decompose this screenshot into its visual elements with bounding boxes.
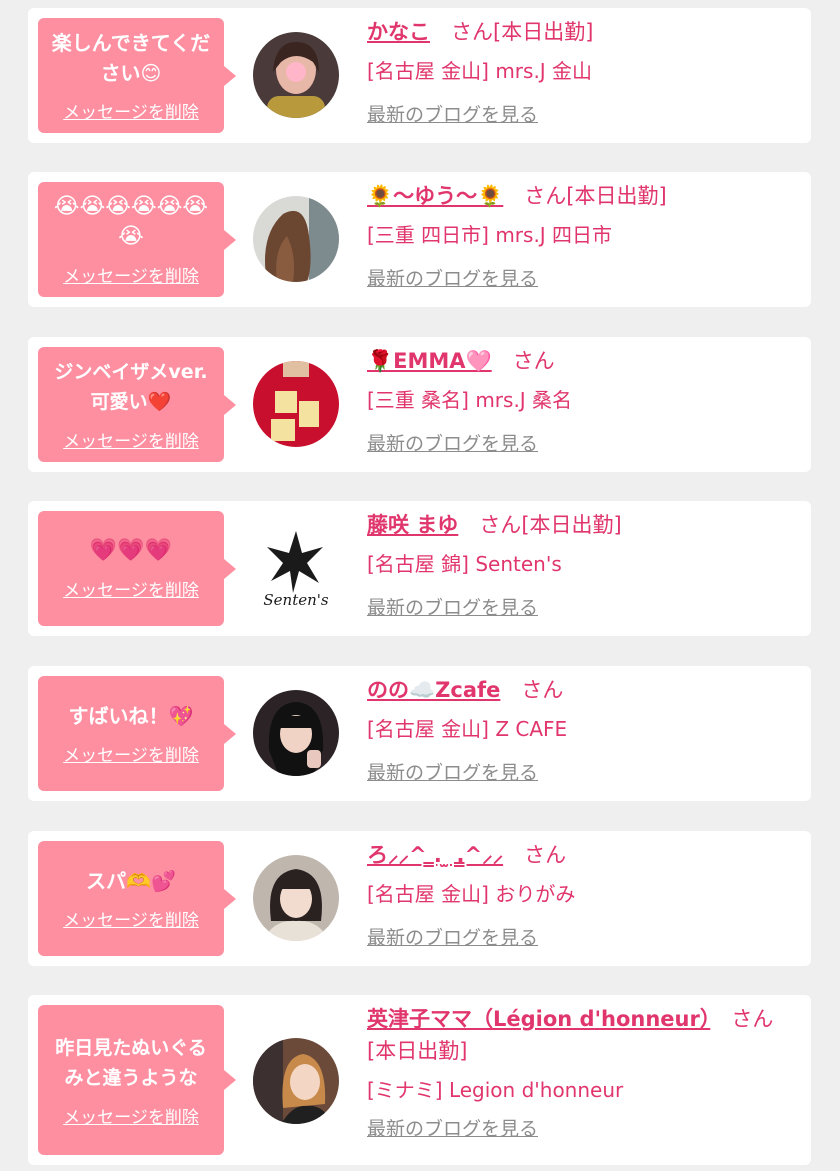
honorific: さん — [479, 513, 522, 537]
honorific: さん — [451, 20, 493, 44]
cast-avatar[interactable] — [253, 361, 339, 447]
avatar-photo-icon — [253, 1038, 339, 1124]
cast-avatar[interactable] — [253, 196, 339, 282]
latest-blog-link[interactable]: 最新のブログを見る — [367, 101, 538, 129]
latest-blog-link[interactable]: 最新のブログを見る — [367, 594, 538, 622]
delete-message-link[interactable]: メッセージを削除 — [63, 1103, 199, 1128]
message-bubble: 😭😭😭😭😭😭😭 メッセージを削除 — [38, 182, 236, 297]
cast-name-link[interactable]: ろ⸝⸝^ ̳. ̫ .̳^⸝⸝ — [367, 843, 503, 867]
message-card: ジンベイザメver.可愛い❤️ メッセージを削除 🌹EMMA🩷 さん [三重 桑… — [28, 337, 811, 472]
honorific: さん — [731, 1007, 774, 1031]
work-status: [本日出勤] — [521, 513, 622, 537]
latest-blog-link[interactable]: 最新のブログを見る — [367, 265, 538, 293]
message-card: スパ🫶💕 メッセージを削除 ろ⸝⸝^ ̳. ̫ .̳^⸝⸝ さん [名古屋 金山… — [28, 831, 811, 966]
avatar-photo-icon — [253, 690, 339, 776]
message-text: 😭😭😭😭😭😭😭 — [53, 194, 209, 249]
avatar-photo-icon — [253, 855, 339, 941]
cast-avatar[interactable] — [253, 855, 339, 941]
cast-info: ろ⸝⸝^ ̳. ̫ .̳^⸝⸝ さん [名古屋 金山] おりがみ 最新のブログを… — [367, 839, 795, 952]
delete-message-link[interactable]: メッセージを削除 — [63, 576, 199, 601]
cast-info: 🌻～ゆう～🌻 さん[本日出勤] [三重 四日市] mrs.J 四日市 最新のブロ… — [367, 180, 795, 293]
message-text: 楽しんできてください😊 — [51, 31, 211, 85]
delete-message-link[interactable]: メッセージを削除 — [63, 98, 199, 123]
cast-avatar[interactable] — [253, 32, 339, 118]
latest-blog-link[interactable]: 最新のブログを見る — [367, 924, 538, 952]
work-status: [本日出勤] — [367, 1039, 468, 1063]
honorific: さん — [512, 349, 555, 373]
star-logo-icon: Senten's — [263, 531, 329, 609]
shop-text: [名古屋 金山] mrs.J 金山 — [367, 59, 593, 83]
honorific: さん — [524, 184, 567, 208]
cast-info: かなこ さん[本日出勤] [名古屋 金山] mrs.J 金山 最新のブログを見る — [367, 16, 795, 129]
cast-avatar[interactable] — [253, 690, 339, 776]
logo-text: Senten's — [263, 591, 329, 609]
cast-info: 🌹EMMA🩷 さん [三重 桑名] mrs.J 桑名 最新のブログを見る — [367, 345, 795, 458]
latest-blog-link[interactable]: 最新のブログを見る — [367, 430, 538, 458]
name-line: 藤咲 まゆ さん[本日出勤] — [367, 509, 795, 541]
message-bubble: スパ🫶💕 メッセージを削除 — [38, 841, 236, 956]
shop-text: [三重 桑名] mrs.J 桑名 — [367, 388, 573, 412]
cast-name-link[interactable]: 🌻～ゆう～🌻 — [367, 184, 503, 208]
name-line: のの☁️Zcafe さん — [367, 674, 795, 706]
delete-message-link[interactable]: メッセージを削除 — [63, 262, 199, 287]
message-text: すばいね！💖 — [68, 704, 194, 728]
shop-text: [ミナミ] Legion d'honneur — [367, 1078, 624, 1102]
delete-message-link[interactable]: メッセージを削除 — [63, 741, 199, 766]
delete-message-link[interactable]: メッセージを削除 — [63, 427, 199, 452]
message-bubble: ジンベイザメver.可愛い❤️ メッセージを削除 — [38, 347, 236, 462]
message-bubble: 楽しんできてください😊 メッセージを削除 — [38, 18, 236, 133]
message-list: 楽しんできてください😊 メッセージを削除 かなこ さん[本日出勤] [名古屋 金… — [0, 0, 840, 1171]
message-card: 😭😭😭😭😭😭😭 メッセージを削除 🌻～ゆう～🌻 さん[本日出勤] [三重 四日市… — [28, 172, 811, 307]
name-line: 英津子ママ（Légion d'honneur） さん [本日出勤] — [367, 1003, 795, 1067]
cast-name-link[interactable]: 藤咲 まゆ — [367, 513, 458, 537]
work-status: [本日出勤] — [493, 20, 594, 44]
message-card: 💗💗💗 メッセージを削除 Senten's 藤咲 まゆ さん[本日出勤] [名古… — [28, 501, 811, 636]
cast-name-link[interactable]: かなこ — [367, 20, 430, 44]
shop-text: [名古屋 金山] Z CAFE — [367, 717, 568, 741]
cast-name-link[interactable]: 英津子ママ（Légion d'honneur） — [367, 1007, 710, 1031]
message-text: 昨日見たぬいぐるみと違うような — [55, 1036, 207, 1089]
avatar-photo-icon — [253, 196, 339, 282]
avatar-photo-icon — [253, 361, 339, 447]
name-line: 🌻～ゆう～🌻 さん[本日出勤] — [367, 180, 795, 212]
cast-avatar[interactable] — [253, 1038, 339, 1124]
message-card: すばいね！💖 メッセージを削除 のの☁️Zcafe さん [名古屋 金山] Z … — [28, 666, 811, 801]
latest-blog-link[interactable]: 最新のブログを見る — [367, 1115, 538, 1143]
name-line: ろ⸝⸝^ ̳. ̫ .̳^⸝⸝ さん — [367, 839, 795, 871]
cast-name-link[interactable]: 🌹EMMA🩷 — [367, 349, 492, 373]
message-card: 昨日見たぬいぐるみと違うような メッセージを削除 英津子ママ（Légion d'… — [28, 995, 811, 1165]
cast-avatar[interactable]: Senten's — [253, 525, 339, 611]
message-bubble: 昨日見たぬいぐるみと違うような メッセージを削除 — [38, 1005, 236, 1155]
honorific: さん — [524, 843, 567, 867]
work-status: [本日出勤] — [566, 184, 667, 208]
message-card: 楽しんできてください😊 メッセージを削除 かなこ さん[本日出勤] [名古屋 金… — [28, 8, 811, 143]
message-text: スパ🫶💕 — [86, 869, 176, 893]
cast-info: 英津子ママ（Légion d'honneur） さん [本日出勤] [ミナミ] L… — [367, 1003, 795, 1143]
name-line: 🌹EMMA🩷 さん — [367, 345, 795, 377]
message-bubble: すばいね！💖 メッセージを削除 — [38, 676, 236, 791]
shop-text: [名古屋 錦] Senten's — [367, 552, 562, 576]
shop-text: [三重 四日市] mrs.J 四日市 — [367, 223, 613, 247]
honorific: さん — [521, 678, 564, 702]
message-text: 💗💗💗 — [89, 538, 173, 563]
shop-text: [名古屋 金山] おりがみ — [367, 882, 576, 906]
cast-name-link[interactable]: のの☁️Zcafe — [367, 678, 500, 702]
cast-info: 藤咲 まゆ さん[本日出勤] [名古屋 錦] Senten's 最新のブログを見… — [367, 509, 795, 622]
message-bubble: 💗💗💗 メッセージを削除 — [38, 511, 236, 626]
name-line: かなこ さん[本日出勤] — [367, 16, 795, 48]
delete-message-link[interactable]: メッセージを削除 — [63, 906, 199, 931]
latest-blog-link[interactable]: 最新のブログを見る — [367, 759, 538, 787]
message-text: ジンベイザメver.可愛い❤️ — [54, 361, 208, 413]
cast-info: のの☁️Zcafe さん [名古屋 金山] Z CAFE 最新のブログを見る — [367, 674, 795, 787]
avatar-photo-icon — [253, 32, 339, 118]
